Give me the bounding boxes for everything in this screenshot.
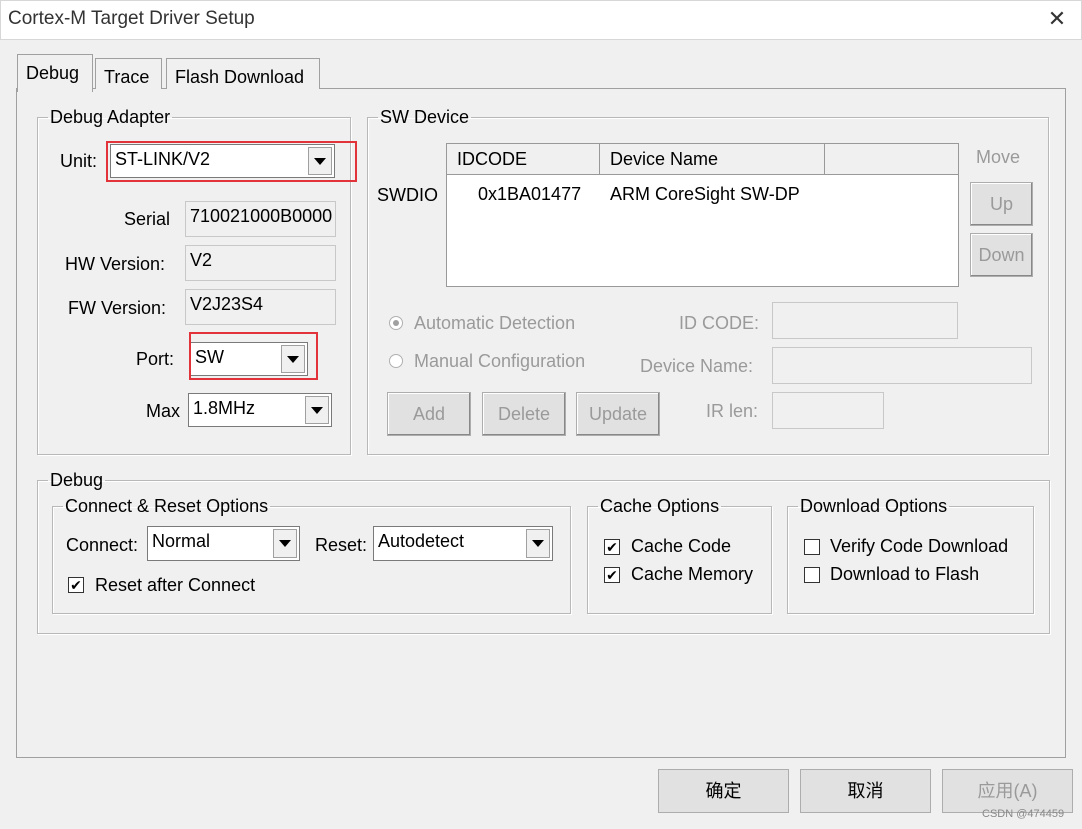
ok-button[interactable]: 确定 xyxy=(658,769,789,813)
idcode-field[interactable] xyxy=(772,302,958,339)
delete-button[interactable]: Delete xyxy=(482,392,566,436)
tab-flash-download-label: Flash Download xyxy=(175,67,305,87)
ir-len-label: IR len: xyxy=(706,401,759,421)
move-up-button[interactable]: Up xyxy=(970,182,1033,226)
serial-field: 710021000B0000 xyxy=(185,201,336,237)
column-header-device-name[interactable]: Device Name xyxy=(600,144,825,175)
idcode-label: ID CODE: xyxy=(679,313,760,333)
reset-after-connect-label: Reset after Connect xyxy=(95,575,256,595)
device-name-label: Device Name: xyxy=(640,356,754,376)
cache-memory-label: Cache Memory xyxy=(631,564,754,584)
manual-config-label: Manual Configuration xyxy=(414,351,586,371)
manual-config-radio[interactable] xyxy=(389,354,403,368)
tab-flash-download[interactable]: Flash Download xyxy=(166,58,320,89)
debug-adapter-legend: Debug Adapter xyxy=(50,107,171,127)
cache-options-legend: Cache Options xyxy=(600,496,720,516)
ir-len-field[interactable] xyxy=(772,392,884,429)
reset-after-connect-checkbox[interactable]: ✔ xyxy=(68,577,84,593)
max-clock-value: 1.8MHz xyxy=(193,398,256,418)
fw-version-label: FW Version: xyxy=(68,298,167,318)
add-button[interactable]: Add xyxy=(387,392,471,436)
unit-label: Unit: xyxy=(60,151,98,171)
table-row-device[interactable]: ARM CoreSight SW-DP xyxy=(610,184,800,205)
verify-code-download-label: Verify Code Download xyxy=(830,536,1009,556)
connect-label: Connect: xyxy=(66,535,139,555)
chevron-down-icon[interactable] xyxy=(526,529,550,558)
watermark: CSDN @474459 xyxy=(982,808,1065,820)
close-icon[interactable]: ✕ xyxy=(1044,6,1070,32)
auto-detection-radio[interactable] xyxy=(389,316,403,330)
reset-select[interactable]: Autodetect xyxy=(373,526,553,561)
chevron-down-icon[interactable] xyxy=(273,529,297,558)
device-name-field[interactable] xyxy=(772,347,1032,384)
reset-value: Autodetect xyxy=(378,531,465,551)
download-to-flash-checkbox[interactable] xyxy=(804,567,820,583)
window-title: Cortex-M Target Driver Setup xyxy=(8,8,255,29)
column-header-empty xyxy=(825,144,958,175)
tab-debug[interactable]: Debug xyxy=(17,54,93,92)
hw-version-label: HW Version: xyxy=(65,254,166,274)
tab-debug-label: Debug xyxy=(26,63,80,83)
column-header-idcode[interactable]: IDCODE xyxy=(447,144,600,175)
cache-code-label: Cache Code xyxy=(631,536,732,556)
highlight-port xyxy=(189,332,318,380)
debug-legend: Debug xyxy=(50,470,104,490)
max-clock-select[interactable]: 1.8MHz xyxy=(188,393,332,427)
port-label: Port: xyxy=(136,349,175,369)
max-label: Max xyxy=(146,401,181,421)
auto-detection-label: Automatic Detection xyxy=(414,313,576,333)
update-button[interactable]: Update xyxy=(576,392,660,436)
swdio-label: SWDIO xyxy=(377,185,438,205)
cache-memory-checkbox[interactable]: ✔ xyxy=(604,567,620,583)
apply-button[interactable]: 应用(A) xyxy=(942,769,1073,813)
reset-label: Reset: xyxy=(315,535,368,555)
cancel-button[interactable]: 取消 xyxy=(800,769,931,813)
connect-value: Normal xyxy=(152,531,211,551)
move-label: Move xyxy=(976,147,1021,167)
cache-code-checkbox[interactable]: ✔ xyxy=(604,539,620,555)
tab-trace-label: Trace xyxy=(104,67,150,87)
download-to-flash-label: Download to Flash xyxy=(830,564,980,584)
sw-device-legend: SW Device xyxy=(380,107,470,127)
chevron-down-icon[interactable] xyxy=(305,396,329,424)
verify-code-download-checkbox[interactable] xyxy=(804,539,820,555)
move-down-button[interactable]: Down xyxy=(970,233,1033,277)
connect-reset-legend: Connect & Reset Options xyxy=(65,496,269,516)
highlight-unit xyxy=(106,141,357,182)
table-row-idcode[interactable]: 0x1BA01477 xyxy=(478,184,581,205)
tab-trace[interactable]: Trace xyxy=(95,58,162,89)
serial-label: Serial xyxy=(124,209,171,229)
download-options-legend: Download Options xyxy=(800,496,948,516)
connect-select[interactable]: Normal xyxy=(147,526,300,561)
fw-version-field: V2J23S4 xyxy=(185,289,336,325)
hw-version-field: V2 xyxy=(185,245,336,281)
